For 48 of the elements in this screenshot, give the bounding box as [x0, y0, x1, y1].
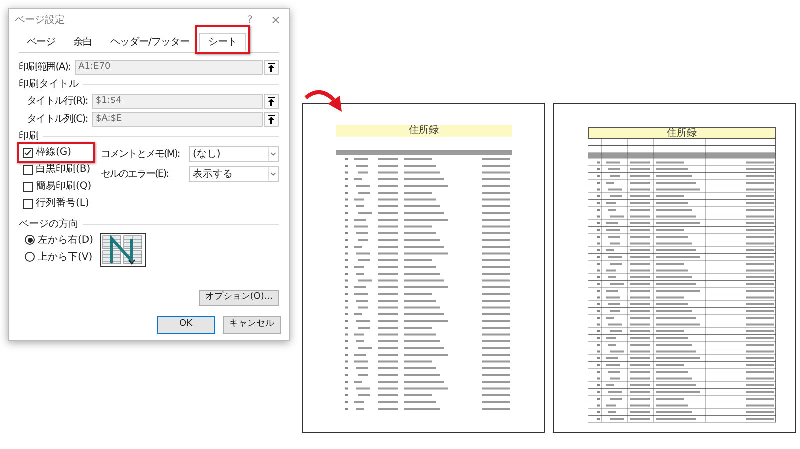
reference-field[interactable]: $1:$4: [92, 94, 263, 108]
field-label: タイトル列(C):: [27, 112, 88, 126]
checkbox-label: 簡易印刷(Q): [36, 180, 92, 194]
checkbox[interactable]: [23, 148, 33, 158]
group-heading: 印刷タイトル: [19, 78, 79, 92]
tab[interactable]: シート: [199, 33, 246, 51]
dialog-button[interactable]: OK: [157, 316, 215, 334]
report-title: 住所録: [588, 127, 776, 139]
radio-label: 左から右(D): [38, 234, 94, 248]
chevron-down-icon: [268, 147, 278, 161]
tab[interactable]: ページ: [19, 34, 64, 52]
chevron-down-icon: [268, 167, 278, 181]
help-button[interactable]: ?: [248, 12, 253, 28]
field-label: 印刷範囲(A):: [19, 60, 71, 74]
collapse-button[interactable]: [264, 94, 279, 108]
radio-label: 上から下(V): [38, 250, 93, 264]
checkbox-label: 行列番号(L): [36, 196, 90, 211]
options-button[interactable]: オプション(O)...: [199, 290, 279, 306]
checkbox-label: 枠線(G): [36, 146, 72, 160]
dropdown-value: 表示する: [192, 168, 234, 182]
dropdown[interactable]: (なし): [189, 146, 279, 162]
collapse-dialog-icon: [268, 62, 275, 72]
reference-field[interactable]: $A:$E: [92, 112, 263, 126]
tab[interactable]: ヘッダー/フッター: [102, 34, 198, 52]
radio-button[interactable]: [25, 235, 35, 245]
collapse-button[interactable]: [264, 112, 279, 126]
radio-button[interactable]: [25, 252, 35, 262]
select-label: セルのエラー(E):: [101, 168, 170, 182]
select-label: コメントとメモ(M):: [101, 148, 181, 162]
collapse-dialog-icon: [268, 114, 275, 124]
window-title: ページ設定: [15, 14, 66, 28]
checkbox[interactable]: [23, 164, 33, 174]
page-order-icon: [100, 233, 146, 267]
dialog-button[interactable]: キャンセル: [223, 316, 281, 334]
dropdown[interactable]: 表示する: [189, 166, 279, 182]
group-heading: ページの方向: [19, 218, 79, 232]
collapse-button[interactable]: [264, 60, 279, 74]
report-title: 住所録: [336, 125, 512, 137]
checkbox[interactable]: [23, 182, 33, 192]
checkbox[interactable]: [23, 198, 33, 208]
dropdown-value: (なし): [192, 148, 222, 162]
reference-field[interactable]: A1:E70: [74, 60, 263, 74]
field-label: タイトル行(R):: [27, 94, 88, 108]
group-heading: 印刷: [19, 130, 39, 144]
tab[interactable]: 余白: [66, 34, 100, 52]
close-button[interactable]: ×: [270, 11, 281, 29]
checkbox-label: 白黒印刷(B): [36, 162, 91, 177]
collapse-dialog-icon: [268, 96, 275, 106]
